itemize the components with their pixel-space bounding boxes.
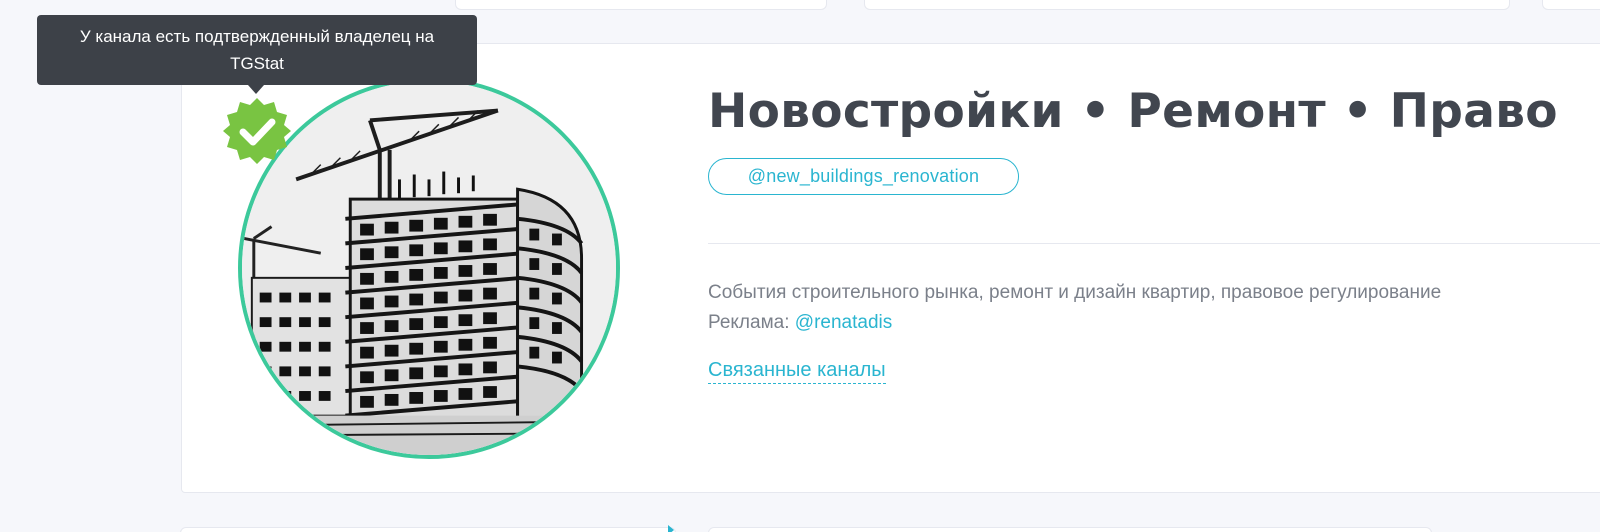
card-peek-bottom xyxy=(180,527,676,532)
verified-check-icon[interactable] xyxy=(222,96,292,166)
tooltip-arrow xyxy=(248,85,264,94)
related-channels-link[interactable]: Связанные каналы xyxy=(708,357,886,384)
page: У канала есть подтвержденный владелец на… xyxy=(0,0,1600,532)
description-text: События строительного рынка, ремонт и ди… xyxy=(708,282,1442,303)
tooltip-text: У канала есть подтвержденный владелец на… xyxy=(79,27,435,73)
channel-title: Новостройки • Ремонт • Право xyxy=(708,84,1558,139)
avatar-image xyxy=(242,81,616,455)
channel-description: События строительного рынка, ремонт и ди… xyxy=(708,278,1588,338)
channel-avatar xyxy=(238,77,620,459)
divider xyxy=(708,243,1600,244)
ads-line: Реклама: @renatadis xyxy=(708,308,1588,338)
card-peek-top xyxy=(1542,0,1600,10)
ads-label: Реклама: xyxy=(708,312,795,333)
card-peek-arrow xyxy=(668,525,674,532)
channel-username-link[interactable]: @new_buildings_renovation xyxy=(708,158,1019,195)
ads-contact-link[interactable]: @renatadis xyxy=(795,312,892,333)
card-peek-top xyxy=(864,0,1510,10)
card-peek-top xyxy=(455,0,827,10)
card-peek-bottom xyxy=(708,527,1432,532)
verified-owner-tooltip: У канала есть подтвержденный владелец на… xyxy=(37,15,477,85)
